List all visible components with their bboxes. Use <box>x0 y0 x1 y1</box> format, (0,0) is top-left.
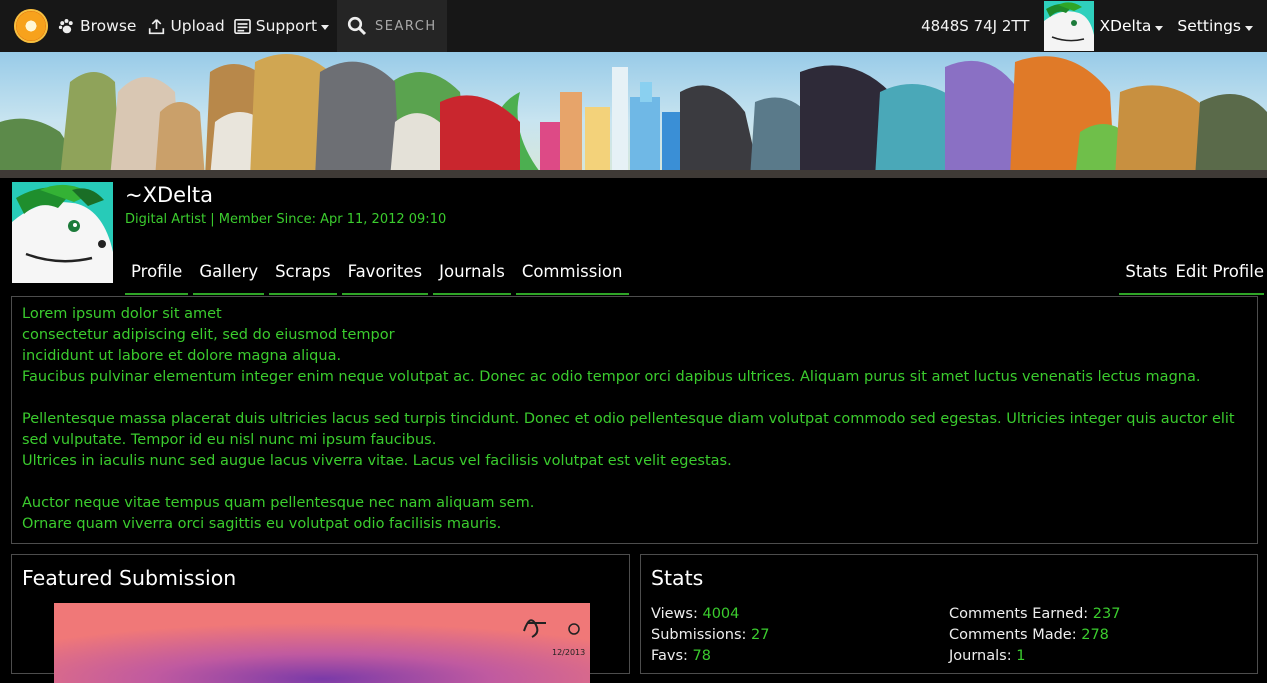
settings-menu[interactable]: Settings <box>1177 17 1253 35</box>
username-label: XDelta <box>1099 17 1152 35</box>
avatar[interactable] <box>1044 1 1095 51</box>
support-icon <box>233 18 251 34</box>
upload-label: Upload <box>170 17 225 35</box>
nav-right-group: 4848S 74J 2TT XDelta Settings <box>921 0 1267 52</box>
support-label: Support <box>255 17 318 35</box>
tab-favorites[interactable]: Favorites <box>341 256 429 295</box>
chevron-down-icon <box>321 24 330 30</box>
stat-value: 278 <box>1081 627 1109 643</box>
profile-avatar[interactable] <box>12 182 113 283</box>
user-code: 4848S 74J 2TT <box>921 17 1030 35</box>
tab-profile[interactable]: Profile <box>125 256 189 295</box>
profile-name: ~XDelta <box>125 183 214 207</box>
stat-label: Comments Made: <box>949 627 1077 643</box>
tab-commission[interactable]: Commission <box>515 256 629 295</box>
stat-comments-earned: Comments Earned: 237 <box>949 604 1120 625</box>
chevron-down-icon <box>1245 26 1253 31</box>
bio-paragraph: Auctor neque vitae tempus quam pellentes… <box>22 495 535 532</box>
tab-scraps[interactable]: Scraps <box>269 256 337 295</box>
support-menu[interactable]: Support <box>233 0 330 52</box>
bio-paragraph: Pellentesque massa placerat duis ultrici… <box>22 411 1235 469</box>
upload-icon <box>149 18 165 34</box>
stat-value: 78 <box>692 648 711 664</box>
tab-gallery[interactable]: Gallery <box>193 256 265 295</box>
stat-journals: Journals: 1 <box>949 646 1120 667</box>
stat-views: Views: 4004 <box>651 604 769 625</box>
profile-description: Lorem ipsum dolor sit amet consectetur a… <box>11 296 1258 544</box>
banner-artwork <box>0 54 1267 178</box>
stat-label: Views: <box>651 606 698 622</box>
stat-label: Submissions: <box>651 627 747 643</box>
profile-right-tabs: Stats Edit Profile <box>1119 256 1264 295</box>
search-icon[interactable] <box>347 16 367 36</box>
stat-value: 27 <box>751 627 770 643</box>
settings-label: Settings <box>1177 17 1241 35</box>
stat-value: 1 <box>1016 648 1026 664</box>
user-menu[interactable]: XDelta <box>1099 17 1164 35</box>
profile-subtitle: Digital Artist | Member Since: Apr 11, 2… <box>125 212 447 227</box>
featured-submission-panel: Featured Submission 12/2013 <box>11 554 630 683</box>
stat-label: Journals: <box>949 648 1012 664</box>
stats-column-right: Comments Earned: 237 Comments Made: 278 … <box>949 604 1120 667</box>
upload-link[interactable]: Upload <box>148 0 225 52</box>
stats-panel: Stats Views: 4004 Submissions: 27 Favs: … <box>640 554 1258 674</box>
stat-value: 4004 <box>702 606 740 622</box>
tab-edit-profile[interactable]: Edit Profile <box>1167 256 1264 295</box>
profile-banner <box>0 52 1267 178</box>
stats-title: Stats <box>651 566 704 590</box>
paw-icon <box>58 18 73 33</box>
profile-tabs: Profile Gallery Scraps Favorites Journal… <box>125 256 634 295</box>
browse-link[interactable]: Browse <box>58 0 136 52</box>
bio-paragraph: Lorem ipsum dolor sit amet consectetur a… <box>22 306 1201 385</box>
tab-stats[interactable]: Stats <box>1119 256 1168 295</box>
browse-label: Browse <box>80 17 137 35</box>
search-box[interactable] <box>337 0 448 52</box>
stat-favs: Favs: 78 <box>651 646 769 667</box>
stats-column-left: Views: 4004 Submissions: 27 Favs: 78 <box>651 604 769 667</box>
stat-label: Favs: <box>651 648 688 664</box>
site-logo[interactable] <box>14 9 48 43</box>
stat-label: Comments Earned: <box>949 606 1089 622</box>
stat-comments-made: Comments Made: 278 <box>949 625 1120 646</box>
featured-title: Featured Submission <box>22 566 237 590</box>
stat-value: 237 <box>1092 606 1121 622</box>
featured-submission-image[interactable]: 12/2013 <box>54 603 590 683</box>
stat-submissions: Submissions: 27 <box>651 625 769 646</box>
signature-date: 12/2013 <box>552 648 585 657</box>
search-input[interactable] <box>375 18 446 34</box>
chevron-down-icon <box>1155 26 1164 31</box>
tab-journals[interactable]: Journals <box>433 256 511 295</box>
top-navbar: Browse Upload Support 4848S 74J 2TT <box>0 0 1267 52</box>
